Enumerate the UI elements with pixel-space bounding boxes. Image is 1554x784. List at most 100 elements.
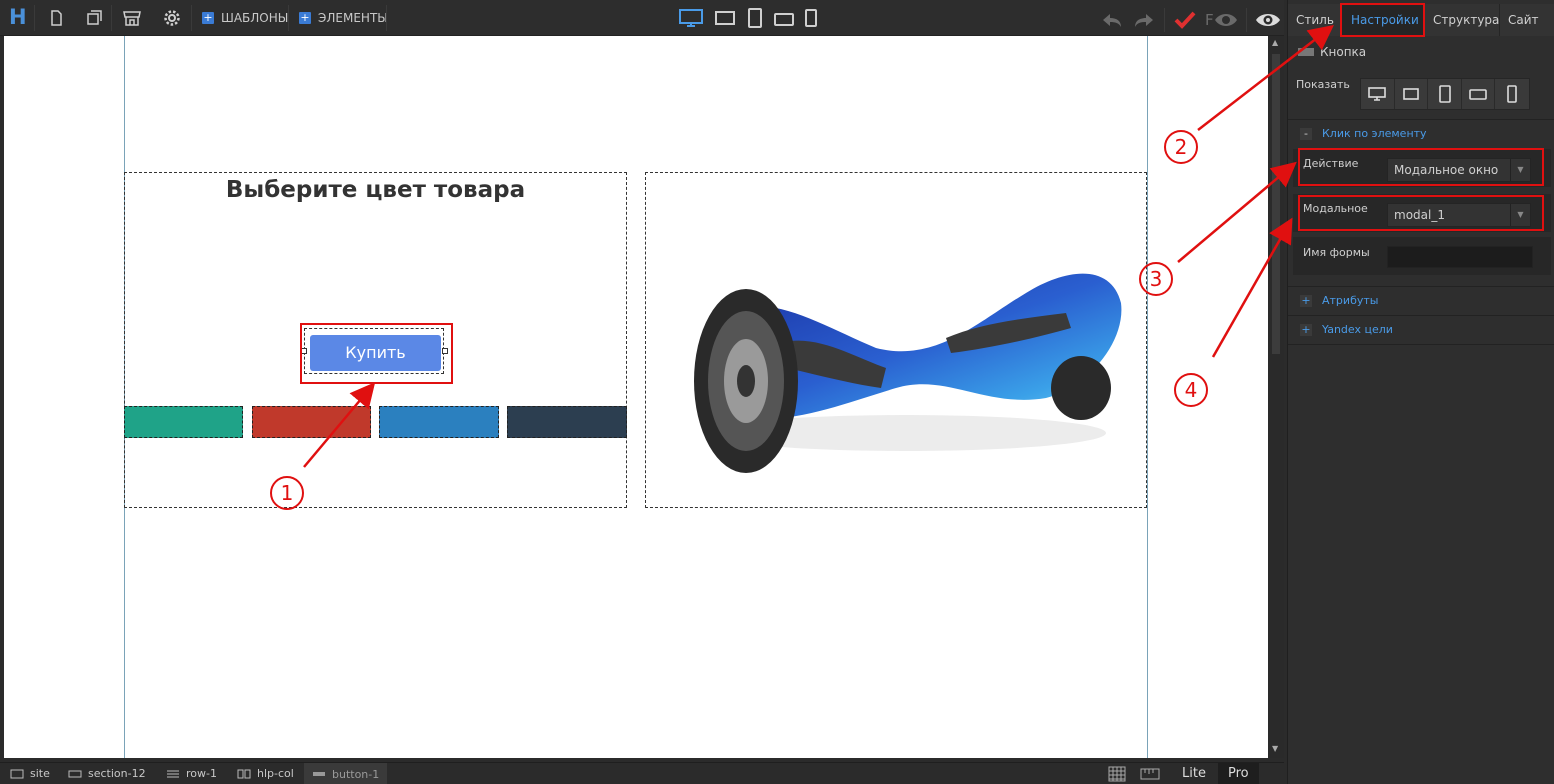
plus-icon: + [299,11,311,24]
phone-icon [1507,85,1518,103]
tablet-landscape-icon [1469,89,1487,100]
section-heading[interactable]: Выберите цвет товара [125,177,626,203]
annotation-box-action [1298,148,1544,186]
desktop-icon[interactable] [678,8,704,28]
show-tablet-toggle[interactable] [1428,79,1462,109]
annotation-box-settings-tab [1340,3,1425,37]
status-bar: site section-12 row-1 hlp-col button-1 L… [0,762,1284,784]
right-column[interactable] [645,172,1147,508]
laptop-icon [1403,88,1419,100]
top-toolbar: H + ШАБЛОНЫ + ЭЛЕМЕНТЫ F [0,0,1284,36]
crumb-label: site [30,767,50,780]
button-icon [313,772,325,776]
templates-menu[interactable]: + ШАБЛОНЫ [202,11,288,25]
tablet-landscape-icon[interactable] [774,8,794,28]
tablet-icon [1438,85,1451,103]
form-name-row: Имя формы [1293,237,1551,275]
new-page-icon[interactable] [46,9,66,27]
toolbar-divider [111,5,112,31]
check-icon[interactable] [1173,10,1197,30]
tab-style[interactable]: Стиль [1288,4,1343,36]
copy-icon[interactable] [84,9,104,27]
element-name: Кнопка [1320,45,1367,59]
undo-icon[interactable] [1100,10,1124,30]
form-name-input[interactable] [1387,246,1533,268]
phone-icon[interactable] [804,8,818,28]
grid-icon[interactable] [1108,766,1126,782]
show-tablet-landscape-toggle[interactable] [1462,79,1496,109]
scroll-down-icon[interactable]: ▼ [1272,744,1278,753]
color-swatch-dark[interactable] [507,406,627,438]
divider [1288,315,1554,316]
show-phone-toggle[interactable] [1495,79,1529,109]
show-label: Показать [1296,78,1350,91]
yandex-title: Yandex цели [1322,323,1393,336]
toolbar-divider [288,5,289,31]
crumb-label: section-12 [88,767,146,780]
color-swatch-red[interactable] [252,406,371,438]
visibility-devices [1360,78,1530,110]
canvas-scrollbar[interactable]: ▲ ▼ [1268,36,1284,758]
crumb-col[interactable]: hlp-col [237,767,294,780]
yandex-section-header[interactable]: + Yandex цели [1288,317,1554,343]
redo-icon[interactable] [1132,10,1156,30]
divider [1288,119,1554,120]
desktop-icon [1368,87,1387,101]
mode-lite[interactable]: Lite [1172,763,1216,784]
hoverboard-image[interactable] [646,173,1146,507]
scroll-up-icon[interactable]: ▲ [1272,38,1278,47]
crumb-label: button-1 [332,767,380,781]
show-desktop-toggle[interactable] [1361,79,1395,109]
expand-icon: + [1300,323,1312,336]
click-section-title: Клик по элементу [1322,127,1427,140]
form-name-label: Имя формы [1303,246,1370,259]
gear-icon[interactable] [162,9,182,27]
toolbar-divider [1245,8,1247,32]
expand-icon: + [1300,294,1312,307]
toolbar-divider [386,5,387,31]
crumb-button[interactable]: button-1 [304,763,388,784]
elements-menu[interactable]: + ЭЛЕМЕНТЫ [299,11,388,25]
crumb-row[interactable]: row-1 [166,767,217,780]
toolbar-divider [1164,8,1165,32]
tab-structure[interactable]: Структура [1425,4,1500,36]
preview-eye-icon[interactable] [1214,10,1238,30]
attributes-title: Атрибуты [1322,294,1379,307]
color-swatch-green[interactable] [124,406,243,438]
mode-pro[interactable]: Pro [1218,763,1259,784]
settings-panel: Стиль Настройки Структура Сайт Кнопка По… [1287,0,1554,784]
toolbar-divider [34,5,35,31]
crumb-section[interactable]: section-12 [68,767,146,780]
app-logo[interactable]: H [9,5,27,29]
annotation-box-buy-button [300,323,453,384]
templates-label: ШАБЛОНЫ [221,11,289,25]
f-label[interactable]: F [1205,11,1214,29]
eye-icon[interactable] [1255,10,1281,30]
ruler-icon[interactable] [1140,768,1160,780]
button-element-icon [1298,48,1314,56]
scroll-thumb[interactable] [1272,54,1280,354]
crumb-site[interactable]: site [10,767,50,780]
container-guide-right [1147,36,1148,758]
tablet-icon[interactable] [746,8,764,28]
click-section-header[interactable]: - Клик по элементу [1288,121,1554,147]
collapse-icon: - [1300,128,1312,140]
attributes-section-header[interactable]: + Атрибуты [1288,288,1554,314]
editor-canvas[interactable]: Выберите цвет товара Купить [4,36,1268,758]
toolbar-divider [191,5,192,31]
annotation-number-2: 2 [1164,130,1198,164]
site-icon [10,769,24,778]
crumb-label: row-1 [186,767,217,780]
store-icon[interactable] [122,9,142,27]
laptop-icon[interactable] [714,8,736,28]
tab-site[interactable]: Сайт [1500,4,1554,36]
row-icon [167,770,179,777]
show-laptop-toggle[interactable] [1395,79,1429,109]
elements-label: ЭЛЕМЕНТЫ [318,11,388,25]
color-swatch-blue[interactable] [379,406,499,438]
annotation-number-4: 4 [1174,373,1208,407]
divider [1288,344,1554,345]
annotation-number-3: 3 [1139,262,1173,296]
divider [1288,286,1554,287]
column-icon [237,769,251,778]
